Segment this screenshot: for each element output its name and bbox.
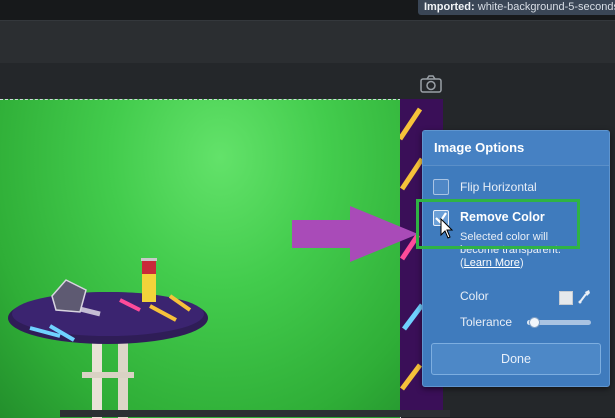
tolerance-slider[interactable] <box>527 317 591 328</box>
color-label: Color <box>460 289 489 303</box>
color-swatch[interactable] <box>559 291 573 305</box>
imported-filename: white-background-5-seconds <box>477 1 615 13</box>
imported-status-badge: Imported: white-background-5-seconds <box>417 0 615 15</box>
flip-horizontal-label: Flip Horizontal <box>460 180 537 194</box>
panel-title: Image Options <box>423 131 609 166</box>
mouse-cursor-icon <box>440 218 454 239</box>
flip-horizontal-checkbox[interactable] <box>433 179 449 195</box>
annotation-arrow <box>292 206 418 262</box>
camera-icon[interactable] <box>419 74 443 94</box>
toolbar <box>0 20 615 64</box>
tolerance-slider-thumb[interactable] <box>529 317 541 328</box>
eyedropper-icon[interactable] <box>577 289 591 305</box>
learn-more-link[interactable]: Learn More <box>464 257 520 269</box>
top-status-bar: Imported: white-background-5-seconds <box>0 0 615 20</box>
timeline-strip <box>60 410 450 417</box>
done-button[interactable]: Done <box>431 343 601 375</box>
tolerance-label: Tolerance <box>460 315 513 329</box>
image-options-panel: Image Options Flip Horizontal Remove Col… <box>422 130 610 387</box>
imported-label: Imported: <box>423 1 475 13</box>
